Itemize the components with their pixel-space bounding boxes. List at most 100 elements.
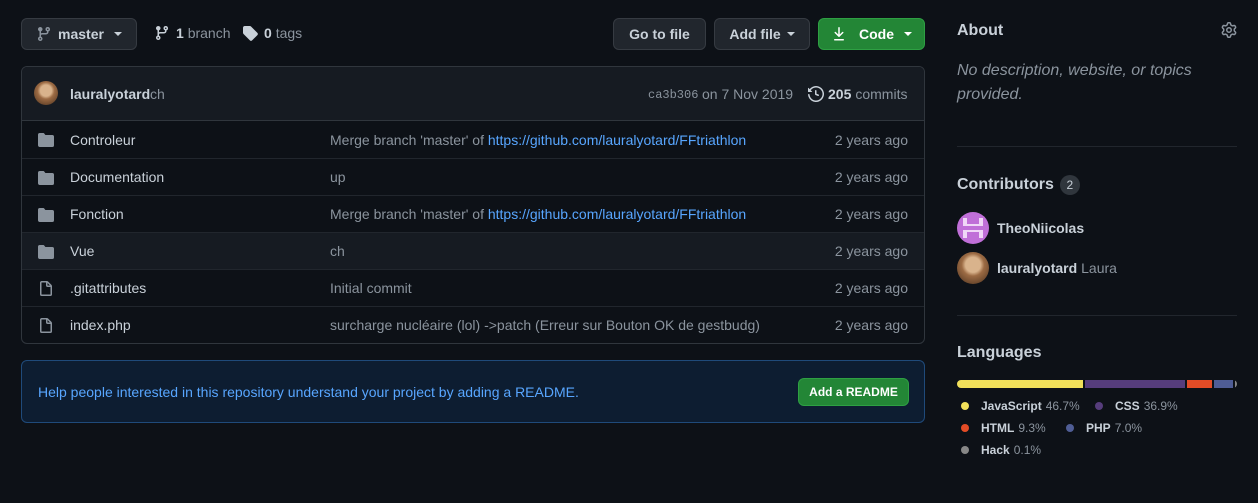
contributor-login: TheoNiicolas <box>997 220 1085 236</box>
language-percent: 36.9% <box>1143 399 1178 413</box>
file-commit-message[interactable]: up <box>330 169 346 185</box>
language-bar-segment <box>957 380 1084 388</box>
contributor-item[interactable]: lauralyotard Laura <box>957 252 1117 284</box>
contributor-name: Laura <box>1081 260 1117 276</box>
avatar <box>957 252 989 284</box>
folder-icon <box>38 171 54 185</box>
file-name[interactable]: .gitattributes <box>70 280 146 296</box>
language-color-dot <box>961 402 969 410</box>
language-item[interactable]: CSS 36.9% <box>1095 399 1178 413</box>
commit-message[interactable]: ch <box>150 86 165 102</box>
language-bar <box>957 380 1237 388</box>
branch-count: 1 <box>176 25 184 41</box>
commit-count: 205 <box>828 86 852 102</box>
language-name: JavaScript <box>981 399 1042 413</box>
branch-icon <box>38 27 51 42</box>
file-name[interactable]: Fonction <box>70 206 124 222</box>
file-commit-message[interactable]: Merge branch 'master' of https://github.… <box>330 132 746 148</box>
file-name[interactable]: Controleur <box>70 132 135 148</box>
chevron-down-icon <box>904 32 912 36</box>
chevron-down-icon <box>786 32 795 36</box>
file-age: 2 years ago <box>834 206 908 222</box>
history-icon <box>808 86 824 102</box>
branches-link[interactable]: 1 branch <box>154 25 231 41</box>
file-age: 2 years ago <box>834 280 908 296</box>
language-percent: 9.3% <box>1018 421 1046 435</box>
file-commit-message[interactable]: Initial commit <box>330 280 412 296</box>
file-name[interactable]: Vue <box>70 243 94 259</box>
file-commit-message[interactable]: ch <box>330 243 345 259</box>
file-row[interactable]: .gitattributes Initial commit 2 years ag… <box>22 269 924 306</box>
commit-message-link[interactable]: https://github.com/lauralyotard/FFtriath… <box>488 132 746 148</box>
tag-count: 0 <box>264 25 272 41</box>
file-icon <box>40 318 52 333</box>
go-to-file-button[interactable]: Go to file <box>613 18 706 50</box>
file-icon <box>40 281 52 296</box>
commits-link[interactable]: 205 commits <box>808 86 907 102</box>
contributors-title[interactable]: Contributors 2 <box>957 175 1080 195</box>
languages-title: Languages <box>957 344 1042 361</box>
file-name[interactable]: Documentation <box>70 169 164 185</box>
tag-icon <box>243 26 258 41</box>
language-name: HTML <box>981 421 1015 435</box>
file-age: 2 years ago <box>834 169 908 185</box>
contributor-login: lauralyotard <box>997 260 1078 276</box>
file-commit-message[interactable]: Merge branch 'master' of https://github.… <box>330 206 746 222</box>
sidebar-divider <box>957 146 1237 147</box>
language-item[interactable]: JavaScript 46.7% <box>961 399 1080 413</box>
commit-message-link[interactable]: https://github.com/lauralyotard/FFtriath… <box>488 206 746 222</box>
language-item[interactable]: Hack 0.1% <box>961 443 1041 457</box>
language-color-dot <box>1066 424 1074 432</box>
branch-icon <box>155 26 168 41</box>
language-color-dot <box>961 446 969 454</box>
file-row[interactable]: Controleur Merge branch 'master' of http… <box>22 121 924 158</box>
file-browser: lauralyotard ch ca3b306 on 7 Nov 2019 20… <box>21 66 925 344</box>
language-name: Hack <box>981 443 1010 457</box>
file-row[interactable]: Documentation up 2 years ago <box>22 158 924 195</box>
about-title: About <box>957 22 1004 39</box>
language-item[interactable]: PHP 7.0% <box>1066 421 1142 435</box>
about-description: No description, website, or topics provi… <box>957 62 1192 103</box>
language-item[interactable]: HTML 9.3% <box>961 421 1046 435</box>
language-percent: 7.0% <box>1114 421 1143 435</box>
commit-count-label: commits <box>855 86 908 102</box>
readme-prompt: Help people interested in this repositor… <box>21 360 925 423</box>
branch-name: master <box>58 26 104 42</box>
commit-date: on 7 Nov 2019 <box>702 86 794 102</box>
add-file-button[interactable]: Add file <box>714 18 810 50</box>
file-row[interactable]: index.php surcharge nucléaire (lol) ->pa… <box>22 306 924 343</box>
code-label: Code <box>859 26 894 42</box>
file-commit-message[interactable]: surcharge nucléaire (lol) ->patch (Erreu… <box>330 317 760 333</box>
contributors-count-badge: 2 <box>1059 175 1080 195</box>
file-row[interactable]: Vue ch 2 years ago <box>22 232 924 269</box>
language-bar-segment <box>1235 380 1237 388</box>
file-name[interactable]: index.php <box>70 317 131 333</box>
add-readme-button[interactable]: Add a README <box>798 378 909 406</box>
contributor-item[interactable]: TheoNiicolas <box>957 212 1084 244</box>
avatar[interactable] <box>34 81 58 105</box>
file-age: 2 years ago <box>834 131 908 148</box>
folder-icon <box>38 245 54 259</box>
file-age: 2 years ago <box>834 243 908 259</box>
folder-icon <box>38 133 54 147</box>
code-button[interactable]: Code <box>818 18 925 50</box>
language-percent: 46.7% <box>1045 399 1080 413</box>
tags-link[interactable]: 0 tags <box>242 25 302 41</box>
avatar <box>957 212 989 244</box>
folder-icon <box>38 208 54 222</box>
language-name: CSS <box>1115 399 1140 413</box>
commit-author[interactable]: lauralyotard <box>70 86 150 102</box>
language-bar-segment <box>1085 380 1185 388</box>
file-row[interactable]: Fonction Merge branch 'master' of https:… <box>22 195 924 232</box>
latest-commit-bar: lauralyotard ch ca3b306 on 7 Nov 2019 20… <box>22 67 924 121</box>
branch-select-button[interactable]: master <box>21 18 137 50</box>
download-icon <box>834 27 844 41</box>
language-color-dot <box>961 424 969 432</box>
file-age: 2 years ago <box>834 317 908 333</box>
language-name: PHP <box>1086 421 1111 435</box>
gear-icon[interactable] <box>1221 22 1237 38</box>
language-percent: 0.1% <box>1013 443 1042 457</box>
commit-sha[interactable]: ca3b306 <box>648 88 698 102</box>
sidebar-divider <box>957 315 1237 316</box>
readme-prompt-text: Help people interested in this repositor… <box>38 384 579 400</box>
